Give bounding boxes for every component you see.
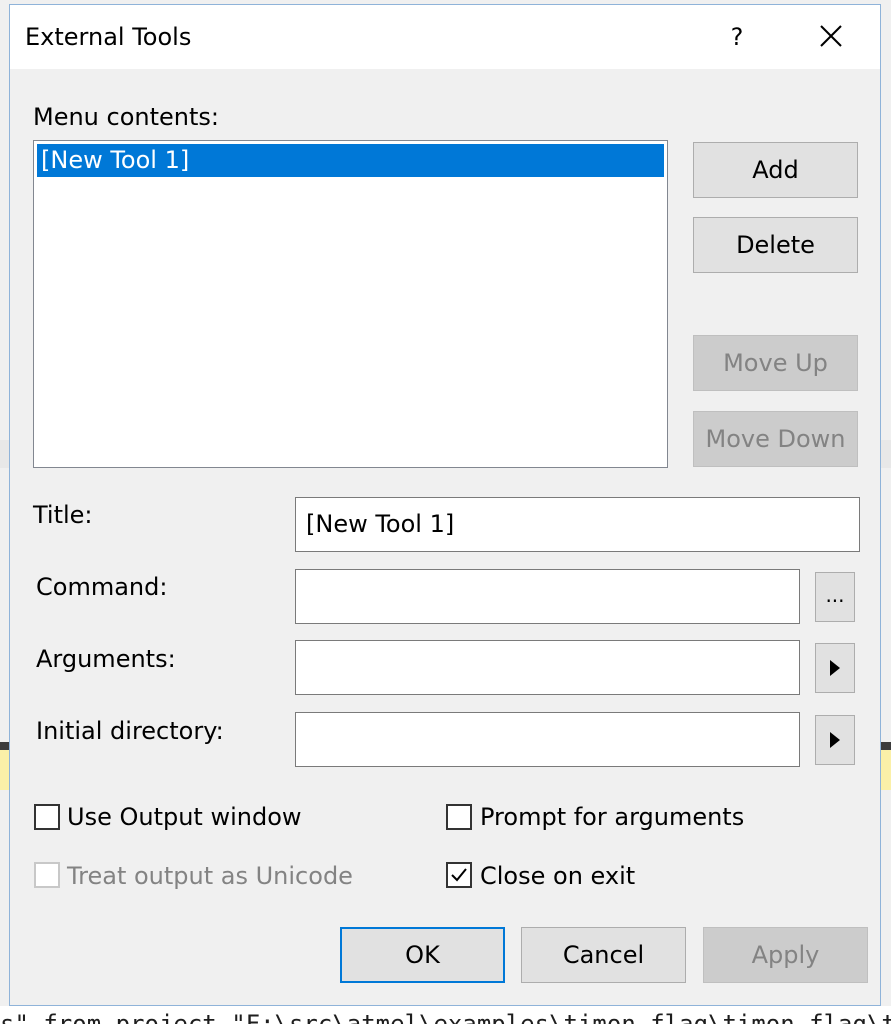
menu-contents-label: Menu contents: <box>33 103 219 131</box>
background-code-line: s" from project "F:\src\atmel\examples\t… <box>0 1006 891 1024</box>
close-button[interactable] <box>806 15 854 59</box>
arguments-field[interactable] <box>295 640 800 695</box>
apply-button[interactable]: Apply <box>703 927 868 983</box>
dialog-title: External Tools <box>25 23 192 51</box>
arrow-right-icon <box>830 732 840 748</box>
list-item[interactable]: [New Tool 1] <box>37 144 664 177</box>
external-tools-dialog: External Tools ? Menu contents: [New Too… <box>9 4 881 1006</box>
move-up-button[interactable]: Move Up <box>693 335 858 391</box>
browse-command-button[interactable]: ... <box>815 572 855 622</box>
arguments-label: Arguments: <box>36 645 176 673</box>
help-button[interactable]: ? <box>715 15 759 59</box>
title-field[interactable]: [New Tool 1] <box>295 497 860 552</box>
use-output-window-label[interactable]: Use Output window <box>67 803 302 831</box>
treat-output-as-unicode-checkbox[interactable] <box>34 862 60 888</box>
close-on-exit-label[interactable]: Close on exit <box>480 862 635 890</box>
delete-button[interactable]: Delete <box>693 217 858 273</box>
close-icon <box>820 25 842 47</box>
checkmark-icon <box>451 868 467 882</box>
initial-directory-field[interactable] <box>295 712 800 767</box>
initial-directory-label: Initial directory: <box>36 717 224 745</box>
command-label: Command: <box>36 573 168 601</box>
title-bar: External Tools ? <box>10 5 880 69</box>
move-down-button[interactable]: Move Down <box>693 411 858 467</box>
use-output-window-checkbox[interactable] <box>34 804 60 830</box>
treat-output-as-unicode-label[interactable]: Treat output as Unicode <box>67 862 353 890</box>
ok-button[interactable]: OK <box>340 927 505 983</box>
prompt-for-arguments-label[interactable]: Prompt for arguments <box>480 803 744 831</box>
cancel-button[interactable]: Cancel <box>521 927 686 983</box>
add-button[interactable]: Add <box>693 142 858 198</box>
initial-directory-macro-button[interactable] <box>815 715 855 765</box>
menu-contents-list[interactable]: [New Tool 1] <box>33 140 668 468</box>
title-label: Title: <box>33 501 93 529</box>
command-field[interactable] <box>295 569 800 624</box>
arrow-right-icon <box>830 660 840 676</box>
arguments-macro-button[interactable] <box>815 643 855 693</box>
prompt-for-arguments-checkbox[interactable] <box>446 804 472 830</box>
close-on-exit-checkbox[interactable] <box>446 862 472 888</box>
